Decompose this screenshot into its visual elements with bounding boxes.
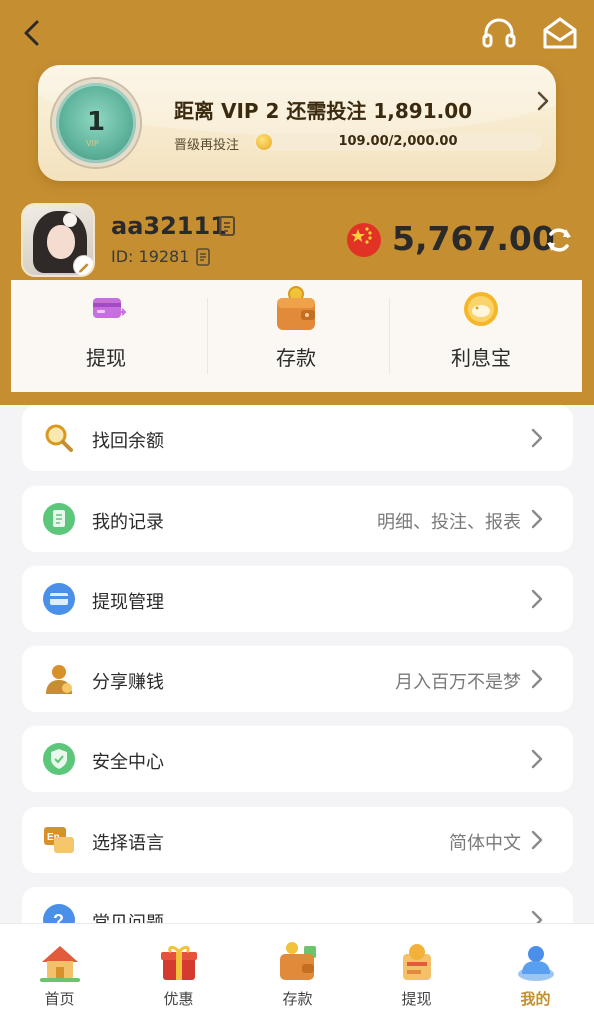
chevron-right-icon	[531, 428, 543, 448]
menu-title: 提现管理	[92, 592, 164, 613]
tab-promotions[interactable]: 优惠	[119, 924, 238, 1024]
edit-pencil-icon[interactable]	[73, 255, 95, 277]
menu-title: 找回余额	[92, 431, 164, 452]
balance-amount: 5,767.00	[392, 219, 555, 258]
tab-withdraw[interactable]: 提现	[357, 924, 476, 1024]
card-icon	[43, 583, 75, 615]
menu-title: 分享赚钱	[92, 672, 164, 693]
chevron-right-icon	[531, 589, 543, 609]
vip-progress-label: 晋级再投注	[174, 138, 240, 153]
tab-deposit[interactable]: 存款	[238, 924, 357, 1024]
menu-title: 选择语言	[92, 833, 164, 854]
menu-item-language[interactable]: En 选择语言 简体中文	[22, 807, 573, 873]
search-icon	[45, 424, 73, 452]
china-flag-icon	[347, 223, 381, 257]
chevron-right-icon	[531, 669, 543, 689]
headset-icon[interactable]	[480, 16, 518, 50]
profile-icon	[518, 946, 554, 981]
menu-hint: 简体中文	[449, 833, 521, 854]
chevron-right-icon	[531, 749, 543, 769]
withdraw-card-icon	[93, 298, 127, 318]
piggy-bank-icon	[464, 292, 498, 326]
vip-progress-bar: 109.00/2,000.00	[254, 133, 542, 151]
quick-deposit-label: 存款	[276, 346, 316, 370]
chevron-right-icon	[531, 830, 543, 850]
bottom-tab-bar: 首页 优惠 存款 提现 我的	[0, 923, 594, 1024]
vip-title: 距离 VIP 2 还需投注 1,891.00	[174, 99, 473, 123]
quick-withdraw-label: 提现	[86, 346, 126, 370]
copy-icon[interactable]	[218, 215, 236, 237]
withdraw-icon	[403, 944, 431, 980]
username: aa32111	[111, 212, 227, 240]
tab-label: 存款	[282, 990, 313, 1008]
agent-icon	[46, 665, 72, 694]
record-icon	[43, 503, 75, 535]
menu-item-security-center[interactable]: 安全中心	[22, 726, 573, 792]
menu-item-my-records[interactable]: 我的记录 明细、投注、报表	[22, 486, 573, 552]
menu-item-recover-balance[interactable]: 找回余额	[22, 405, 573, 471]
chevron-right-icon	[537, 91, 549, 111]
gift-icon	[161, 945, 197, 980]
quick-deposit-button[interactable]: 存款	[201, 280, 391, 392]
user-id: ID: 19281	[111, 247, 190, 266]
quick-interest-button[interactable]: 利息宝	[386, 280, 576, 392]
menu-title: 安全中心	[92, 752, 164, 773]
tab-label: 我的	[520, 990, 551, 1008]
menu-item-withdraw-management[interactable]: 提现管理	[22, 566, 573, 632]
mail-icon[interactable]	[540, 14, 580, 52]
vip-card[interactable]: 1 VIP 距离 VIP 2 还需投注 1,891.00 晋级再投注 109.0…	[38, 65, 556, 181]
menu-hint: 明细、投注、报表	[377, 512, 521, 533]
refresh-icon[interactable]	[544, 225, 574, 255]
shield-icon	[43, 743, 75, 775]
tab-label: 提现	[401, 990, 432, 1008]
quick-actions: 提现 存款 利息宝	[11, 280, 582, 392]
language-icon: En	[44, 827, 74, 853]
tab-profile[interactable]: 我的	[476, 924, 594, 1024]
tab-label: 优惠	[163, 990, 194, 1008]
quick-withdraw-button[interactable]: 提现	[11, 280, 201, 392]
vip-progress-text: 109.00/2,000.00	[338, 134, 458, 149]
chevron-left-icon[interactable]	[16, 16, 50, 50]
menu-hint: 月入百万不是梦	[395, 672, 521, 693]
chevron-right-icon	[531, 509, 543, 529]
avatar[interactable]	[21, 203, 95, 277]
top-nav	[0, 0, 594, 66]
copy-icon[interactable]	[196, 248, 210, 266]
tab-home[interactable]: 首页	[0, 924, 119, 1024]
vip-level: 1	[86, 107, 106, 137]
menu-title: 我的记录	[92, 512, 164, 533]
home-icon	[40, 946, 80, 982]
tab-label: 首页	[44, 990, 75, 1008]
wallet-icon	[277, 286, 315, 330]
vip-medal-icon: 1 VIP	[52, 79, 140, 167]
menu-item-share-earn[interactable]: 分享赚钱 月入百万不是梦	[22, 646, 573, 712]
quick-interest-label: 利息宝	[451, 346, 511, 370]
wallet-icon	[280, 942, 316, 980]
